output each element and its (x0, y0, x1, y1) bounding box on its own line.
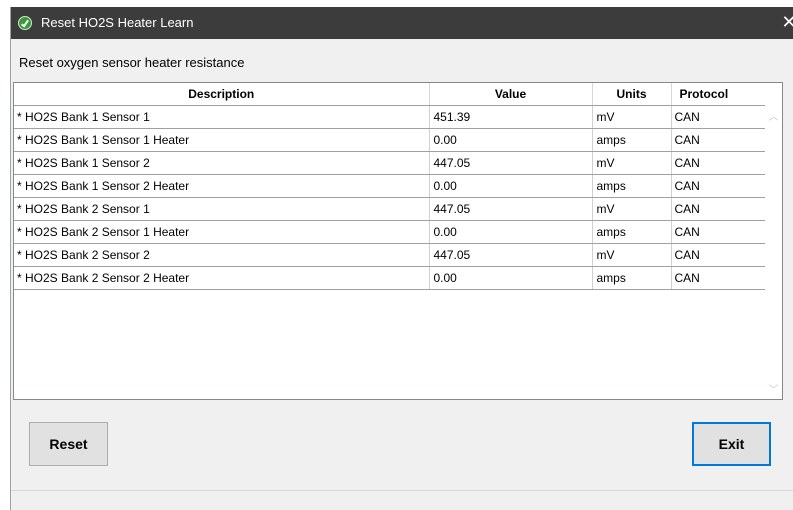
column-header-description[interactable]: Description (14, 83, 430, 106)
column-header-protocol[interactable]: Protocol (671, 83, 766, 106)
cell-description: * HO2S Bank 2 Sensor 2 Heater (14, 266, 430, 290)
table-row[interactable]: * HO2S Bank 2 Sensor 1 447.05 mV CAN (14, 197, 767, 221)
sensor-data-grid[interactable]: Description Value Units Protocol * HO2S … (13, 82, 783, 400)
cell-value: 451.39 (429, 105, 593, 129)
table-row[interactable]: * HO2S Bank 2 Sensor 1 Heater 0.00 amps … (14, 220, 767, 244)
cell-value: 0.00 (429, 128, 593, 152)
cell-units: mV (592, 151, 672, 175)
table-row[interactable]: * HO2S Bank 2 Sensor 2 447.05 mV CAN (14, 243, 767, 267)
title-bar[interactable]: Reset HO2S Heater Learn ✕ (11, 7, 793, 39)
cell-description: * HO2S Bank 1 Sensor 1 Heater (14, 128, 430, 152)
cell-description: * HO2S Bank 1 Sensor 2 (14, 151, 430, 175)
cell-units: amps (592, 174, 672, 198)
cell-units: amps (592, 266, 672, 290)
cell-protocol: CAN (671, 243, 767, 267)
cell-protocol: CAN (671, 128, 767, 152)
exit-button[interactable]: Exit (692, 422, 771, 466)
scroll-up-arrow-icon[interactable]: ︿ (765, 108, 782, 123)
cell-protocol: CAN (671, 151, 767, 175)
cell-units: mV (592, 197, 672, 221)
cell-description: * HO2S Bank 2 Sensor 1 Heater (14, 220, 430, 244)
cell-description: * HO2S Bank 1 Sensor 1 (14, 105, 430, 129)
table-row[interactable]: * HO2S Bank 2 Sensor 2 Heater 0.00 amps … (14, 266, 767, 290)
table-row[interactable]: * HO2S Bank 1 Sensor 2 447.05 mV CAN (14, 151, 767, 175)
app-logo-icon (18, 16, 32, 30)
cell-value: 447.05 (429, 151, 593, 175)
cell-value: 0.00 (429, 174, 593, 198)
cell-value: 447.05 (429, 243, 593, 267)
table-header-row: Description Value Units Protocol (14, 83, 766, 106)
cell-description: * HO2S Bank 1 Sensor 2 Heater (14, 174, 430, 198)
cell-units: mV (592, 105, 672, 129)
cell-value: 0.00 (429, 220, 593, 244)
cell-units: amps (592, 220, 672, 244)
table-row[interactable]: * HO2S Bank 1 Sensor 1 Heater 0.00 amps … (14, 128, 767, 152)
window-title: Reset HO2S Heater Learn (41, 15, 194, 30)
cell-units: mV (592, 243, 672, 267)
status-bar-divider (11, 490, 793, 491)
cell-protocol: CAN (671, 266, 767, 290)
cell-description: * HO2S Bank 2 Sensor 2 (14, 243, 430, 267)
sensor-table: Description Value Units Protocol * HO2S … (14, 83, 767, 290)
close-icon[interactable]: ✕ (779, 12, 793, 33)
cell-units: amps (592, 128, 672, 152)
cell-protocol: CAN (671, 105, 767, 129)
column-header-units[interactable]: Units (592, 83, 672, 106)
vertical-scrollbar[interactable]: ︿ ﹀ (765, 105, 782, 399)
cell-value: 0.00 (429, 266, 593, 290)
cell-description: * HO2S Bank 2 Sensor 1 (14, 197, 430, 221)
table-row[interactable]: * HO2S Bank 1 Sensor 1 451.39 mV CAN (14, 105, 767, 129)
dialog-window: Reset HO2S Heater Learn ✕ Reset oxygen s… (10, 7, 793, 510)
scroll-down-arrow-icon[interactable]: ﹀ (765, 381, 782, 396)
cell-value: 447.05 (429, 197, 593, 221)
column-header-value[interactable]: Value (429, 83, 593, 106)
cell-protocol: CAN (671, 174, 767, 198)
table-row[interactable]: * HO2S Bank 1 Sensor 2 Heater 0.00 amps … (14, 174, 767, 198)
cell-protocol: CAN (671, 197, 767, 221)
cell-protocol: CAN (671, 220, 767, 244)
reset-button[interactable]: Reset (29, 422, 108, 466)
dialog-subtitle: Reset oxygen sensor heater resistance (19, 55, 245, 70)
